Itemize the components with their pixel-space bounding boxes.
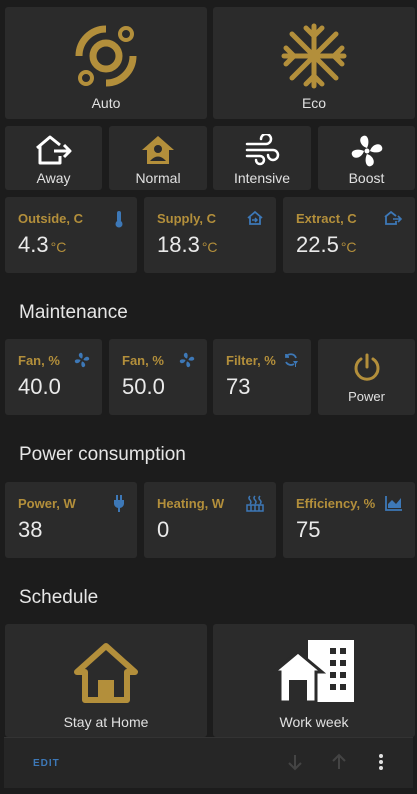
preset-eco-card[interactable]: Eco <box>213 7 415 119</box>
schedule-stay-home-card[interactable]: Stay at Home <box>5 624 207 737</box>
more-vertical-icon[interactable] <box>378 753 384 776</box>
sensor-value: 18.3 °C <box>157 232 218 257</box>
mode-label: Normal <box>135 170 181 186</box>
fan2-card[interactable]: Fan, % 50.0 <box>109 339 207 415</box>
edit-button[interactable]: EDIT <box>33 758 60 769</box>
sensor-value: 22.5 °C <box>296 232 357 257</box>
schedule-label: Work week <box>279 714 349 730</box>
sensor-value: 38 <box>18 517 43 542</box>
sensor-title: Fan, % <box>122 353 164 368</box>
mode-intensive-card[interactable]: Intensive <box>213 126 311 190</box>
fan-icon <box>318 134 415 168</box>
area-chart-icon <box>385 495 403 516</box>
sensor-title: Supply, C <box>157 211 216 226</box>
sensor-title: Outside, C <box>18 211 84 226</box>
sensor-supply-card[interactable]: Supply, C 18.3 °C <box>144 197 276 273</box>
mode-normal-card[interactable]: Normal <box>109 126 207 190</box>
home-account-icon <box>109 134 207 166</box>
power-label: Power <box>348 389 385 404</box>
sensor-value: 4.3 °C <box>18 232 67 257</box>
sensor-title: Filter, % <box>226 353 276 368</box>
sensor-value: 75 <box>296 517 321 542</box>
fan-icon <box>179 352 195 373</box>
mode-label: Away <box>36 170 71 186</box>
power-button[interactable]: Power <box>318 339 415 415</box>
sensor-extract-card[interactable]: Extract, C 22.5 °C <box>283 197 415 273</box>
arrow-up-icon[interactable] <box>331 753 347 776</box>
card-footer: EDIT <box>4 737 413 788</box>
efficiency-card[interactable]: Efficiency, % 75 <box>283 482 415 558</box>
home-icon <box>5 642 207 704</box>
filter-refresh-icon <box>283 352 299 373</box>
sensor-title: Extract, C <box>296 211 357 226</box>
home-export-icon <box>383 210 403 231</box>
sensor-title: Power, W <box>18 496 76 511</box>
sensor-title: Efficiency, % <box>296 496 376 511</box>
sensor-title: Fan, % <box>18 353 60 368</box>
power-card[interactable]: Power, W 38 <box>5 482 137 558</box>
preset-label: Auto <box>91 95 121 111</box>
home-export-icon <box>5 134 102 166</box>
section-title-maintenance: Maintenance <box>19 302 128 323</box>
auto-mode-icon <box>5 21 207 91</box>
mode-label: Boost <box>348 170 385 186</box>
mode-boost-card[interactable]: Boost <box>318 126 415 190</box>
sensor-title: Heating, W <box>157 496 225 511</box>
schedule-work-week-card[interactable]: Work week <box>213 624 415 737</box>
home-import-icon <box>246 210 264 231</box>
preset-auto-card[interactable]: Auto <box>5 7 207 119</box>
mode-label: Intensive <box>233 170 291 186</box>
mode-away-card[interactable]: Away <box>5 126 102 190</box>
office-building-icon <box>213 638 415 704</box>
wind-icon <box>213 134 311 166</box>
heater-icon <box>246 495 264 517</box>
thermometer-icon <box>113 210 125 233</box>
sensor-value: 73 <box>226 374 251 399</box>
section-title-power: Power consumption <box>19 444 186 465</box>
section-title-schedule: Schedule <box>19 587 99 608</box>
snowflake-icon <box>213 21 415 91</box>
sensor-value: 50.0 <box>122 374 165 399</box>
preset-label: Eco <box>301 95 327 111</box>
fan-icon <box>74 352 90 373</box>
filter-card[interactable]: Filter, % 73 <box>213 339 311 415</box>
plug-icon <box>113 495 125 517</box>
schedule-label: Stay at Home <box>63 714 149 730</box>
power-icon <box>318 352 415 382</box>
sensor-value: 40.0 <box>18 374 61 399</box>
sensor-value: 0 <box>157 517 170 542</box>
heating-card[interactable]: Heating, W 0 <box>144 482 276 558</box>
fan1-card[interactable]: Fan, % 40.0 <box>5 339 102 415</box>
sensor-outside-card[interactable]: Outside, C 4.3 °C <box>5 197 137 273</box>
arrow-down-icon[interactable] <box>287 753 303 776</box>
